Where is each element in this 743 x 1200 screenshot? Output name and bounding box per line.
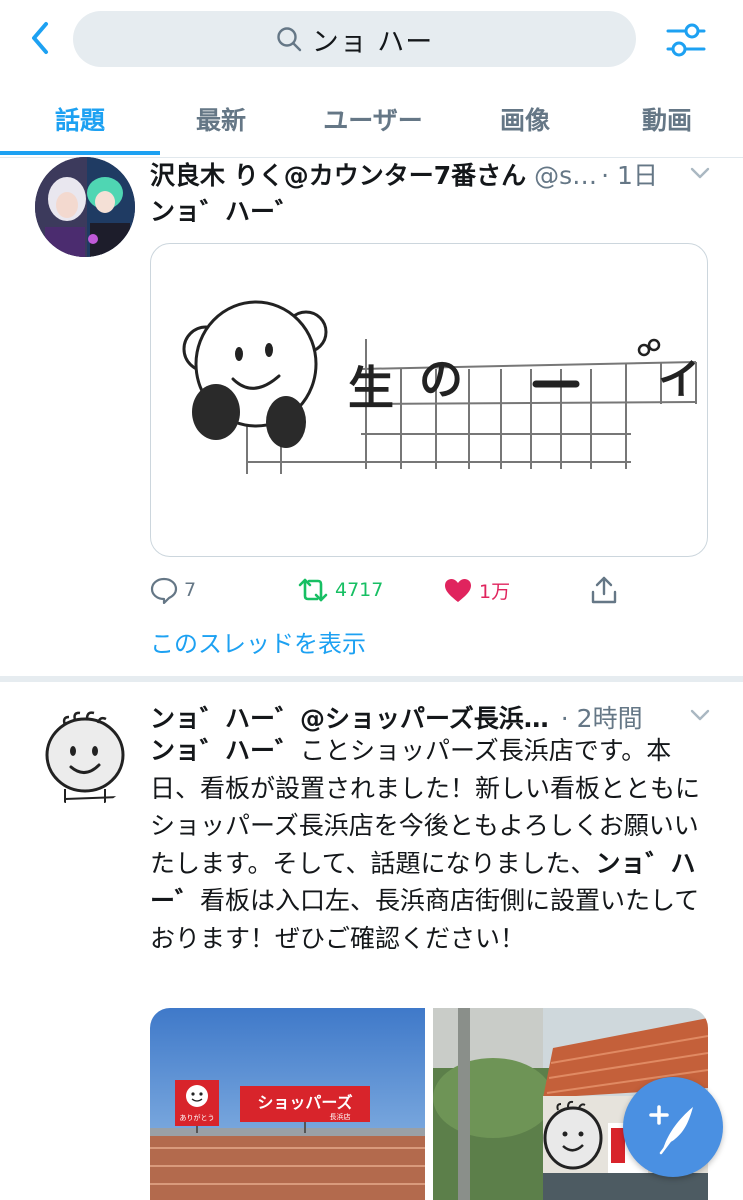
like-icon bbox=[445, 579, 471, 602]
like-button[interactable]: 1万 bbox=[443, 570, 510, 610]
display-name[interactable]: 沢良木 りく@カウンター7番さん bbox=[150, 156, 526, 192]
like-count: 1万 bbox=[479, 580, 511, 603]
display-name[interactable]: ンョ゛ハー゛@ショッパーズ長浜… bbox=[150, 699, 549, 735]
tweet-text: ンョ゛ハー゛ bbox=[150, 197, 301, 226]
sign-text: 生 bbox=[348, 361, 394, 415]
compose-button[interactable] bbox=[623, 1077, 723, 1177]
svg-text:イ: イ bbox=[658, 355, 700, 404]
sign-drawing: 生 の イ bbox=[182, 300, 700, 474]
share-button[interactable] bbox=[590, 570, 618, 610]
store-sign-text: ショッパーズ bbox=[257, 1093, 352, 1112]
share-icon bbox=[591, 576, 617, 604]
avatar[interactable] bbox=[35, 157, 135, 257]
avatar[interactable] bbox=[35, 707, 135, 807]
svg-text:の: の bbox=[419, 354, 463, 405]
avatar-image bbox=[35, 157, 135, 257]
tweet-text-bold: ンョ゛ハー゛ bbox=[150, 736, 301, 765]
retweet-count: 4717 bbox=[335, 579, 384, 601]
reply-icon bbox=[150, 577, 178, 604]
store-sign-subtext: 長浜店 bbox=[330, 1112, 351, 1121]
caret-down-icon[interactable] bbox=[689, 166, 711, 180]
tweet-header: ンョ゛ハー゛@ショッパーズ長浜… · 2時間 bbox=[150, 699, 643, 735]
compose-icon bbox=[649, 1105, 693, 1155]
tweet-actions: 7 4717 1万 bbox=[150, 570, 710, 610]
reply-count: 7 bbox=[184, 579, 197, 601]
show-thread-link[interactable]: このスレッドを表示 bbox=[150, 624, 366, 659]
tweet-header: 沢良木 りく@カウンター7番さん @s… · 1日 bbox=[150, 156, 658, 192]
timestamp[interactable]: · 1日 bbox=[601, 156, 658, 192]
tweet[interactable]: 沢良木 りく@カウンター7番さん @s… · 1日 ンョ゛ハー゛ 生 の イ 7… bbox=[0, 0, 743, 680]
tweet-image[interactable]: 生 の イ bbox=[150, 243, 708, 557]
sign-small-text: ありがとう bbox=[180, 1113, 215, 1122]
tweet-text-part: 看板は入口左、長浜商店街側に設置いたしております！ぜひご確認ください！ bbox=[150, 886, 700, 953]
timestamp[interactable]: · 2時間 bbox=[561, 699, 643, 735]
username[interactable]: @s… bbox=[534, 161, 597, 190]
caret-down-icon[interactable] bbox=[689, 708, 711, 722]
storefront-image: ありがとう ショッパーズ 長浜店 bbox=[150, 1008, 425, 1200]
retweet-button[interactable]: 4717 bbox=[297, 570, 383, 610]
tweet-text: ンョ゛ハー゛ことショッパーズ長浜店です。本日、看板が設置されました！新しい看板と… bbox=[150, 732, 710, 957]
avatar-image bbox=[45, 711, 125, 803]
photo-storefront[interactable]: ありがとう ショッパーズ 長浜店 bbox=[150, 1008, 425, 1200]
retweet-icon bbox=[298, 578, 328, 602]
reply-button[interactable]: 7 bbox=[150, 570, 196, 610]
